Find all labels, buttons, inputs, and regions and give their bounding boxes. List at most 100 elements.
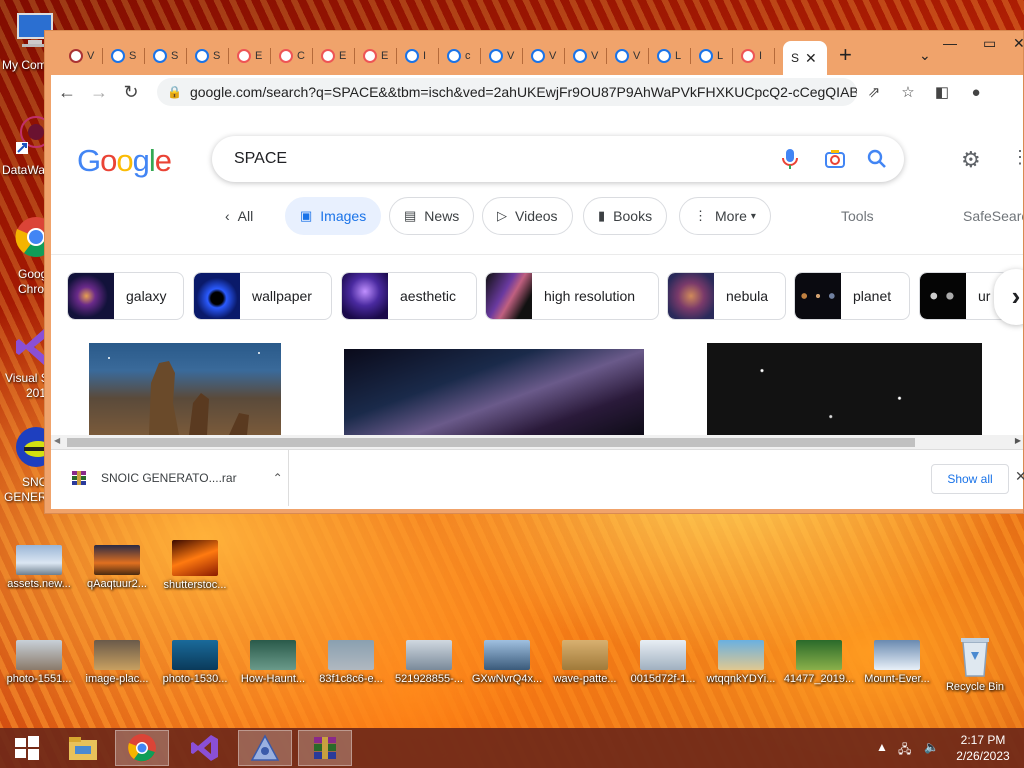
tab-images[interactable]: ▣ Images (285, 197, 382, 235)
tab-favicon-icon (237, 49, 251, 63)
search-icon[interactable] (866, 148, 888, 170)
browser-tab[interactable]: V (567, 45, 607, 67)
desktop-file-icon[interactable]: 521928855-... (390, 640, 468, 685)
reload-button[interactable]: ↻ (115, 82, 147, 103)
google-logo[interactable]: Google (77, 143, 172, 179)
image-result[interactable] (707, 343, 982, 435)
browser-tab[interactable]: S (105, 45, 145, 67)
desktop-file-icon[interactable]: photo-1530... (156, 640, 234, 685)
desktop-file-icon[interactable]: Mount-Ever... (858, 640, 936, 685)
chevron-right-icon[interactable]: › (994, 269, 1023, 325)
scroll-left-icon[interactable]: ◀ (54, 436, 60, 445)
related-chip[interactable]: high resolution (485, 272, 659, 320)
apps-grid-icon[interactable]: ⋮⋮ (1011, 147, 1023, 168)
browser-tab[interactable]: V (483, 45, 523, 67)
desktop-file-label: photo-1530... (162, 673, 228, 685)
profile-icon[interactable]: ● (959, 84, 993, 101)
browser-tab[interactable]: C (273, 45, 313, 67)
new-tab-button[interactable]: + (839, 44, 852, 66)
close-window-button[interactable]: ✕ (1013, 35, 1024, 52)
desktop-file-icon[interactable]: wave-patte... (546, 640, 624, 685)
search-input[interactable]: SPACE (212, 136, 904, 182)
gear-icon[interactable]: ⚙ (961, 147, 981, 173)
related-chip[interactable]: nebula (667, 272, 786, 320)
related-chip[interactable]: wallpaper (193, 272, 332, 320)
related-chip[interactable]: galaxy (67, 272, 184, 320)
browser-tab[interactable]: E (357, 45, 397, 67)
desktop-file-label: shutterstoc... (163, 579, 227, 591)
tab-separator (522, 48, 523, 64)
related-chip[interactable]: planet (794, 272, 910, 320)
volume-icon[interactable]: 🔈 (924, 740, 939, 754)
browser-tab[interactable]: E (315, 45, 355, 67)
browser-tab[interactable]: I (399, 45, 439, 67)
chevron-down-icon[interactable]: ⌄ (919, 47, 931, 64)
tab-videos[interactable]: ▷ Videos (482, 197, 573, 235)
desktop-file-icon[interactable]: 83f1c8c6-e... (312, 640, 390, 685)
desktop-file-icon[interactable]: qAaqtuur2... (78, 545, 156, 590)
desktop-file-icon[interactable]: 41477_2019... (780, 640, 858, 685)
taskbar-winrar[interactable] (298, 730, 352, 766)
browser-tab[interactable]: V (63, 45, 103, 67)
browser-tab[interactable]: V (609, 45, 649, 67)
desktop-file-icon[interactable]: shutterstoc... (156, 540, 234, 591)
microphone-icon[interactable] (782, 148, 798, 170)
camera-lens-icon[interactable] (824, 148, 846, 170)
browser-tab[interactable]: S (189, 45, 229, 67)
image-result[interactable] (344, 349, 644, 441)
desktop-file-icon[interactable]: assets.new... (0, 545, 78, 590)
tab-all[interactable]: ‹ All (217, 197, 262, 235)
desktop-file-icon[interactable]: How-Haunt... (234, 640, 312, 685)
side-panel-icon[interactable]: ◧ (925, 83, 959, 101)
browser-tab[interactable]: L (651, 45, 691, 67)
download-item[interactable]: SNOIC GENERATO....rar ⌃ (51, 450, 289, 506)
desktop-file-icon[interactable]: 0015d72f-1... (624, 640, 702, 685)
forward-button[interactable]: → (83, 82, 115, 103)
desktop-icon-recycle-bin[interactable]: Recycle Bin (936, 638, 1014, 693)
safesearch-button[interactable]: SafeSearc (963, 208, 1023, 224)
tab-title: C (297, 50, 305, 62)
related-chip[interactable]: aesthetic (341, 272, 477, 320)
chevron-up-icon[interactable]: ⌃ (273, 471, 283, 485)
bookmark-star-icon[interactable]: ☆ (891, 83, 925, 101)
taskbar-chrome[interactable] (115, 730, 169, 766)
tab-news[interactable]: ▤ News (389, 197, 475, 235)
tools-button[interactable]: Tools (841, 208, 874, 224)
more-vertical-icon: ⋮ (694, 208, 707, 223)
maximize-button[interactable]: ▭ (983, 35, 996, 52)
tab-separator (690, 48, 691, 64)
taskbar-file-explorer[interactable] (56, 730, 110, 766)
back-button[interactable]: ← (51, 82, 83, 103)
start-button[interactable] (0, 730, 54, 766)
desktop-file-label: wtqqnkYDYi... (706, 673, 776, 685)
tab-separator (648, 48, 649, 64)
browser-tab[interactable]: L (693, 45, 733, 67)
image-result[interactable] (89, 343, 281, 435)
system-clock[interactable]: 2:17 PM 2/26/2023 (948, 732, 1018, 764)
scroll-right-icon[interactable]: ▶ (1015, 436, 1021, 445)
scrollbar-thumb[interactable] (67, 438, 915, 447)
close-icon[interactable]: ✕ (1015, 468, 1024, 485)
horizontal-scrollbar[interactable]: ◀ ▶ (51, 435, 1023, 449)
desktop-file-icon[interactable]: image-plac... (78, 640, 156, 685)
tab-books[interactable]: ▮ Books (583, 197, 668, 235)
close-icon[interactable]: ✕ (805, 50, 817, 67)
minimize-button[interactable]: — (943, 35, 957, 51)
address-bar[interactable]: 🔒 google.com/search?q=SPACE&&tbm=isch&ve… (157, 78, 857, 106)
desktop-file-icon[interactable]: photo-1551... (0, 640, 78, 685)
desktop-file-icon[interactable]: wtqqnkYDYi... (702, 640, 780, 685)
browser-tab[interactable]: I (735, 45, 775, 67)
network-icon[interactable]: 🖧 (898, 740, 911, 761)
taskbar-app[interactable] (238, 730, 292, 766)
browser-tab[interactable]: E (231, 45, 271, 67)
taskbar-visual-studio[interactable] (178, 730, 232, 766)
chevron-up-icon[interactable]: ▲ (876, 740, 888, 754)
show-all-button[interactable]: Show all (931, 464, 1009, 494)
share-icon[interactable]: ⇗ (857, 83, 891, 101)
desktop-file-icon[interactable]: GXwNvrQ4x... (468, 640, 546, 685)
browser-tab[interactable]: S (147, 45, 187, 67)
browser-tab[interactable]: V (525, 45, 565, 67)
tab-more[interactable]: ⋮ More ▾ (679, 197, 771, 235)
browser-tab[interactable]: c (441, 45, 481, 67)
tab-active[interactable]: S ✕ (783, 41, 827, 75)
